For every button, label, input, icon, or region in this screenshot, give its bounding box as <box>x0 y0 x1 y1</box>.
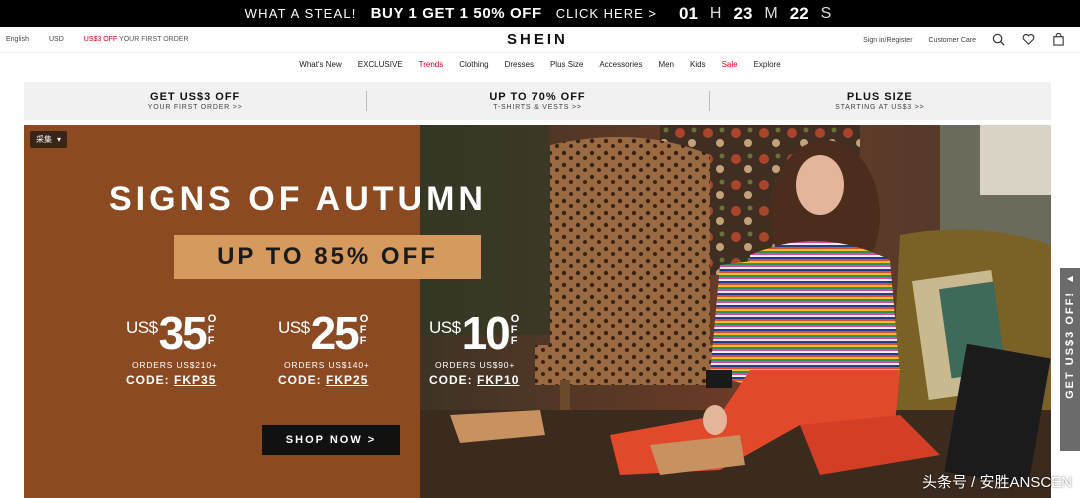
nav-item-trends[interactable]: Trends <box>419 60 444 76</box>
promo-plus-size-title: PLUS SIZE <box>846 91 913 103</box>
promo-steal-text: WHAT A STEAL! <box>244 6 357 21</box>
main-nav: What's New EXCLUSIVE Trends Clothing Dre… <box>0 60 1080 76</box>
offer-10: US$ 10 O F F ORDERS US$90+ CODE: FKP10 <box>429 310 519 387</box>
promo-offer-text: BUY 1 GET 1 50% OFF <box>370 5 542 22</box>
shop-now-button[interactable]: SHOP NOW > <box>262 425 400 455</box>
countdown-minutes: 23 <box>733 3 753 23</box>
promo-strip: GET US$3 OFF YOUR FIRST ORDER >> UP TO 7… <box>24 82 1051 120</box>
offer-35-code: CODE: FKP35 <box>126 373 217 387</box>
offer-35-amount: 35 <box>158 307 208 359</box>
offer-35-orders: ORDERS US$210+ <box>132 360 218 370</box>
header-left: English USD US$3 OFF YOUR FIRST ORDER <box>6 36 189 43</box>
offer-35-code-value: FKP35 <box>174 373 217 387</box>
offer-25-orders: ORDERS US$140+ <box>284 360 370 370</box>
offer-10-price: US$ 10 O F F <box>429 310 519 356</box>
offer-35-off: O F F <box>207 313 217 347</box>
nav-item-kids[interactable]: Kids <box>690 60 706 76</box>
hero-title: SIGNS OF AUTUMN <box>109 180 487 218</box>
customer-care-link[interactable]: Customer Care <box>929 37 976 44</box>
promo-first-order-sub: YOUR FIRST ORDER >> <box>147 104 243 111</box>
site-header: English USD US$3 OFF YOUR FIRST ORDER SH… <box>0 27 1080 53</box>
offer-25-price: US$ 25 O F F <box>278 310 370 356</box>
offer-10-orders: ORDERS US$90+ <box>435 360 516 370</box>
offer-25-code: CODE: FKP25 <box>278 373 369 387</box>
offer-10-code-value: FKP10 <box>477 373 520 387</box>
top-promo-bar[interactable]: WHAT A STEAL! BUY 1 GET 1 50% OFF CLICK … <box>0 0 1080 27</box>
promo-tshirts-sub: T-SHIRTS & VESTS >> <box>493 104 582 111</box>
watermark: 头条号 / 安胜ANSCEN <box>921 474 1072 491</box>
promo-tshirts[interactable]: UP TO 70% OFF T-SHIRTS & VESTS >> <box>366 82 708 120</box>
bag-icon[interactable] <box>1052 32 1066 47</box>
language-selector[interactable]: English <box>6 36 29 43</box>
shein-logo[interactable]: SHEIN <box>507 31 568 48</box>
offer-25: US$ 25 O F F ORDERS US$140+ CODE: FKP25 <box>278 310 370 387</box>
nav-item-exclusive[interactable]: EXCLUSIVE <box>358 60 403 76</box>
offer-25-currency: US$ <box>278 318 310 337</box>
countdown-minutes-unit: M <box>764 4 778 22</box>
heart-icon[interactable] <box>1022 33 1036 47</box>
countdown-hours: 01 <box>679 3 698 23</box>
countdown-seconds-unit: S <box>820 4 832 22</box>
first-order-promo[interactable]: US$3 OFF YOUR FIRST ORDER <box>84 36 189 43</box>
countdown-hours-unit: H <box>709 4 722 22</box>
currency-selector[interactable]: USD <box>49 36 64 43</box>
offer-10-off: O F F <box>510 313 520 347</box>
promo-click-link[interactable]: CLICK HERE > <box>556 6 657 21</box>
countdown-seconds: 22 <box>789 3 809 23</box>
collect-label: 采集 <box>36 135 52 144</box>
header-right: Sign in/Register Customer Care <box>863 32 1066 47</box>
offer-35-currency: US$ <box>126 318 158 337</box>
promo-plus-size[interactable]: PLUS SIZE STARTING AT US$3 >> <box>708 82 1051 120</box>
caret-down-icon: ▾ <box>57 135 62 144</box>
offer-35-price: US$ 35 O F F <box>126 310 218 356</box>
nav-item-clothing[interactable]: Clothing <box>459 60 488 76</box>
nav-item-men[interactable]: Men <box>658 60 674 76</box>
offer-10-currency: US$ <box>429 318 461 337</box>
promo-plus-size-sub: STARTING AT US$3 >> <box>835 104 925 111</box>
offer-35: US$ 35 O F F ORDERS US$210+ CODE: FKP35 <box>126 310 218 387</box>
nav-item-sale[interactable]: Sale <box>722 60 738 76</box>
search-icon[interactable] <box>992 33 1006 47</box>
collect-button[interactable]: 采集 ▾ <box>30 131 68 148</box>
sign-in-link[interactable]: Sign in/Register <box>863 37 912 44</box>
offer-25-off: O F F <box>359 313 369 347</box>
nav-item-accessories[interactable]: Accessories <box>599 60 642 76</box>
nav-item-plus-size[interactable]: Plus Size <box>550 60 583 76</box>
promo-tshirts-title: UP TO 70% OFF <box>489 91 586 103</box>
nav-item-whats-new[interactable]: What's New <box>299 60 341 76</box>
offer-25-amount: 25 <box>310 307 360 359</box>
hero-banner[interactable]: 采集 ▾ SIGNS OF AUTUMN UP TO 85% OFF US$ 3… <box>24 125 1051 498</box>
offer-10-amount: 10 <box>461 307 511 359</box>
nav-item-dresses[interactable]: Dresses <box>505 60 534 76</box>
side-coupon-label: GET US$3 OFF! <box>1064 291 1076 399</box>
hero-discount-box: UP TO 85% OFF <box>174 235 481 279</box>
arrow-left-icon: ◀ <box>1066 274 1074 283</box>
promo-first-order[interactable]: GET US$3 OFF YOUR FIRST ORDER >> <box>24 82 366 120</box>
offer-25-code-value: FKP25 <box>326 373 369 387</box>
promo-first-order-title: GET US$3 OFF <box>150 91 241 103</box>
offer-10-code: CODE: FKP10 <box>429 373 520 387</box>
nav-item-explore[interactable]: Explore <box>754 60 781 76</box>
side-coupon-tab[interactable]: ◀ GET US$3 OFF! <box>1060 268 1080 451</box>
